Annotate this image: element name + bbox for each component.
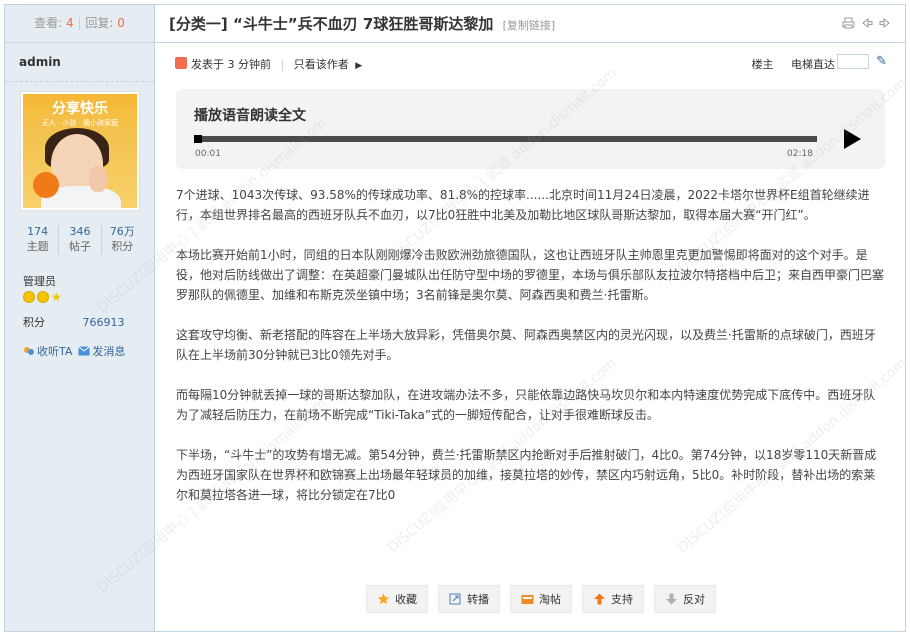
caret-right-icon: ▶ (355, 61, 363, 71)
posts-count[interactable]: 346 帖子 (59, 225, 102, 255)
audio-current-time: 00:01 (195, 149, 221, 159)
paragraph: 本场比赛开始前1小时，同组的日本队刚刚爆冷击败欧洲劲旅德国队，这也让西班牙队主帅… (176, 248, 885, 302)
follow-icon (24, 347, 34, 355)
user-counts: 174 主题 346 帖子 76万 积分 (17, 225, 143, 255)
jump-label: 电梯直达 (791, 58, 835, 71)
author-username[interactable]: admin (5, 43, 154, 82)
copy-link-button[interactable]: [复制链接] (503, 19, 556, 32)
avatar[interactable]: 分享快乐 无人 · 小孩 · 晚小孩家庭 (20, 91, 140, 211)
follow-button[interactable]: 收听TA (23, 343, 72, 359)
avatar-logo-subtext: 无人 · 小孩 · 晚小孩家庭 (41, 119, 119, 127)
support-button[interactable]: 支持 (582, 585, 644, 613)
send-message-button[interactable]: 发消息 (78, 343, 125, 359)
user-actions: 收听TA 发消息 (23, 343, 125, 359)
play-icon[interactable] (844, 129, 861, 149)
post-actions: 收藏 转播 淘帖 支持 反对 (366, 585, 716, 613)
post-frame: 查看: 4 | 回复: 0 admin 分享快乐 无人 · 小孩 · 晚小孩家庭… (4, 4, 906, 632)
favorite-button[interactable]: 收藏 (366, 585, 428, 613)
paragraph: 下半场，“斗牛士”的攻势有增无减。第54分钟，费兰·托雷斯禁区内抢断对手后推射破… (176, 448, 877, 502)
next-thread-icon[interactable] (879, 17, 891, 29)
only-author-link[interactable]: 只看该作者 (294, 58, 349, 71)
post-meta: 发表于 3 分钟前 | 只看该作者 ▶ 楼主 电梯直达 ✎ (155, 43, 905, 77)
audio-duration: 02:18 (787, 149, 813, 159)
jump-go-icon[interactable]: ✎ (876, 54, 887, 69)
views-count: 4 (66, 16, 74, 30)
views-label: 查看: (34, 16, 63, 30)
collect-button[interactable]: 淘帖 (510, 585, 572, 613)
thread-category[interactable]: [分类一] (169, 15, 228, 33)
sun-icon (37, 291, 49, 303)
audio-progress-track[interactable] (194, 136, 817, 142)
audio-title: 播放语音朗读全文 (194, 108, 306, 124)
credits-value: 766913 (82, 316, 125, 329)
thread-title-text: “斗牛士”兵不血刃 7球狂胜哥斯达黎加 (232, 15, 494, 33)
envelope-icon (78, 346, 91, 356)
avatar-logo-text: 分享快乐 (52, 101, 108, 117)
title-tools (842, 17, 891, 29)
author-sidebar: 查看: 4 | 回复: 0 admin 分享快乐 无人 · 小孩 · 晚小孩家庭… (5, 5, 155, 631)
audio-progress-knob[interactable] (194, 135, 202, 143)
replies-count: 0 (117, 16, 125, 30)
paragraph: 7个进球、1043次传球、93.58%的传球成功率、81.8%的控球率.....… (176, 188, 870, 222)
thumb-up-icon (594, 593, 605, 605)
star-icon: ★ (51, 290, 62, 304)
audio-player: 播放语音朗读全文 00:01 02:18 (176, 89, 885, 169)
print-icon[interactable] (842, 17, 855, 29)
post-content: 7个进球、1043次传球、93.58%的传球成功率、81.8%的控球率.....… (176, 185, 886, 525)
post-meta-text: 发表于 3 分钟前 | 只看该作者 ▶ (191, 58, 363, 71)
folder-icon (521, 595, 534, 604)
sun-icon (23, 291, 35, 303)
credits-row: 积分 766913 (23, 314, 125, 330)
share-button[interactable]: 转播 (438, 585, 500, 613)
credits-count[interactable]: 76万 积分 (102, 225, 143, 255)
post-main: [分类一] “斗牛士”兵不血刃 7球狂胜哥斯达黎加 [复制链接] 发表于 3 分… (155, 5, 905, 631)
replies-label: 回复: (85, 16, 114, 30)
paragraph: 这套攻守均衡、新老搭配的阵容在上半场大放异彩，凭借奥尔莫、阿森西奥禁区内的灵光闪… (176, 328, 876, 362)
thumb-down-icon (666, 593, 677, 605)
floor-label: 楼主 (751, 58, 774, 71)
share-icon (449, 593, 461, 605)
floor-jump-input[interactable] (837, 54, 869, 69)
user-group[interactable]: 管理员 (23, 273, 56, 289)
floor-info: 楼主 电梯直达 (752, 56, 836, 72)
thread-title: [分类一] “斗牛士”兵不血刃 7球狂胜哥斯达黎加 [复制链接] (169, 13, 555, 34)
paragraph: 而每隔10分钟就丢掉一球的哥斯达黎加队，在进攻端办法不多，只能依靠边路快马坎贝尔… (176, 388, 876, 422)
author-icon (175, 57, 187, 69)
oppose-button[interactable]: 反对 (654, 585, 716, 613)
topics-count[interactable]: 174 主题 (17, 225, 60, 255)
previous-thread-icon[interactable] (861, 17, 873, 29)
star-icon (377, 593, 390, 605)
thread-title-bar: [分类一] “斗牛士”兵不血刃 7球狂胜哥斯达黎加 [复制链接] (155, 5, 905, 43)
post-time: 发表于 3 分钟前 (191, 58, 271, 71)
thread-stats: 查看: 4 | 回复: 0 (5, 5, 154, 43)
credits-label: 积分 (23, 316, 45, 329)
rank-stars: ★ (23, 291, 62, 303)
